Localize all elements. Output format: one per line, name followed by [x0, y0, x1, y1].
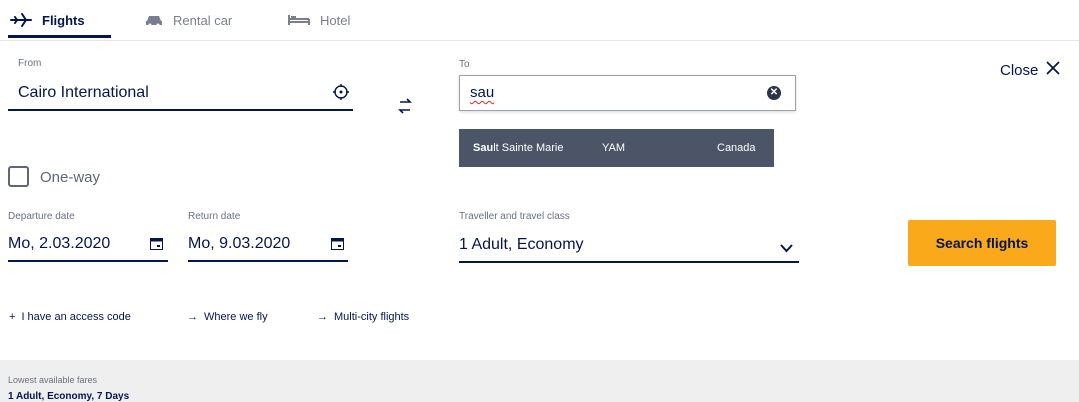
tab-rental-car-label: Rental car [173, 12, 233, 28]
to-label: To [459, 59, 470, 70]
search-flights-button[interactable]: Search flights [908, 220, 1056, 266]
multi-city-link[interactable]: → Multi-city flights [317, 311, 409, 323]
airport-suggestion[interactable]: Sault Sainte Marie YAM Canada [459, 129, 774, 167]
plus-icon: + [9, 311, 16, 323]
multi-city-label: Multi-city flights [334, 311, 410, 323]
tab-flights[interactable]: Flights [10, 0, 85, 40]
fares-label: Lowest available fares [8, 375, 98, 385]
suggestion-country: Canada [717, 142, 756, 154]
return-label: Return date [188, 211, 241, 222]
plane-icon [10, 13, 32, 27]
return-underline [188, 260, 348, 262]
access-code-link[interactable]: + I have an access code [9, 311, 131, 323]
lowest-fares-section: Lowest available fares 1 Adult, Economy,… [0, 360, 1079, 402]
to-input[interactable]: sau [470, 84, 494, 101]
where-we-fly-label: Where we fly [204, 311, 268, 323]
to-field[interactable]: sau ✕ [459, 75, 796, 111]
bed-icon [288, 14, 310, 26]
departure-underline [8, 260, 168, 262]
close-icon [1046, 61, 1060, 79]
departure-input[interactable]: Mo, 2.03.2020 [8, 235, 110, 253]
tab-flights-label: Flights [42, 12, 85, 28]
calendar-icon[interactable] [150, 237, 163, 255]
car-icon [145, 13, 163, 27]
one-way-label: One-way [40, 169, 101, 186]
arrow-right-icon: → [317, 311, 328, 323]
from-input[interactable]: Cairo International [18, 84, 149, 102]
suggestion-code: YAM [602, 142, 626, 154]
where-we-fly-link[interactable]: → Where we fly [187, 311, 268, 323]
chevron-down-icon[interactable] [780, 240, 793, 258]
traveller-select[interactable]: 1 Adult, Economy [459, 236, 584, 254]
departure-label: Departure date [8, 211, 75, 222]
suggestion-name-rest: lt Sainte Marie [493, 142, 564, 154]
from-underline [8, 109, 353, 111]
clear-icon[interactable]: ✕ [767, 86, 781, 100]
fares-summary: 1 Adult, Economy, 7 Days [8, 391, 130, 402]
return-input[interactable]: Mo, 9.03.2020 [188, 235, 290, 253]
locate-icon[interactable] [333, 84, 349, 105]
traveller-underline [459, 261, 799, 263]
close-label: Close [1000, 61, 1039, 79]
calendar-icon[interactable] [331, 237, 344, 255]
swap-icon[interactable] [397, 96, 413, 121]
from-label: From [18, 58, 42, 69]
traveller-label: Traveller and travel class [459, 211, 570, 222]
tab-rental-car[interactable]: Rental car [145, 0, 232, 40]
one-way-checkbox[interactable] [8, 166, 29, 187]
close-button[interactable]: Close [1000, 61, 1060, 79]
tab-hotel-label: Hotel [320, 12, 351, 28]
booking-tabs: Flights Rental car Hotel [0, 0, 1079, 40]
tab-hotel[interactable]: Hotel [288, 0, 350, 40]
access-code-label: I have an access code [21, 311, 131, 323]
arrow-right-icon: → [187, 311, 198, 323]
suggestion-name: Sault Sainte Marie [473, 142, 564, 154]
suggestion-name-match: Sau [473, 142, 494, 154]
active-tab-indicator [8, 35, 111, 38]
